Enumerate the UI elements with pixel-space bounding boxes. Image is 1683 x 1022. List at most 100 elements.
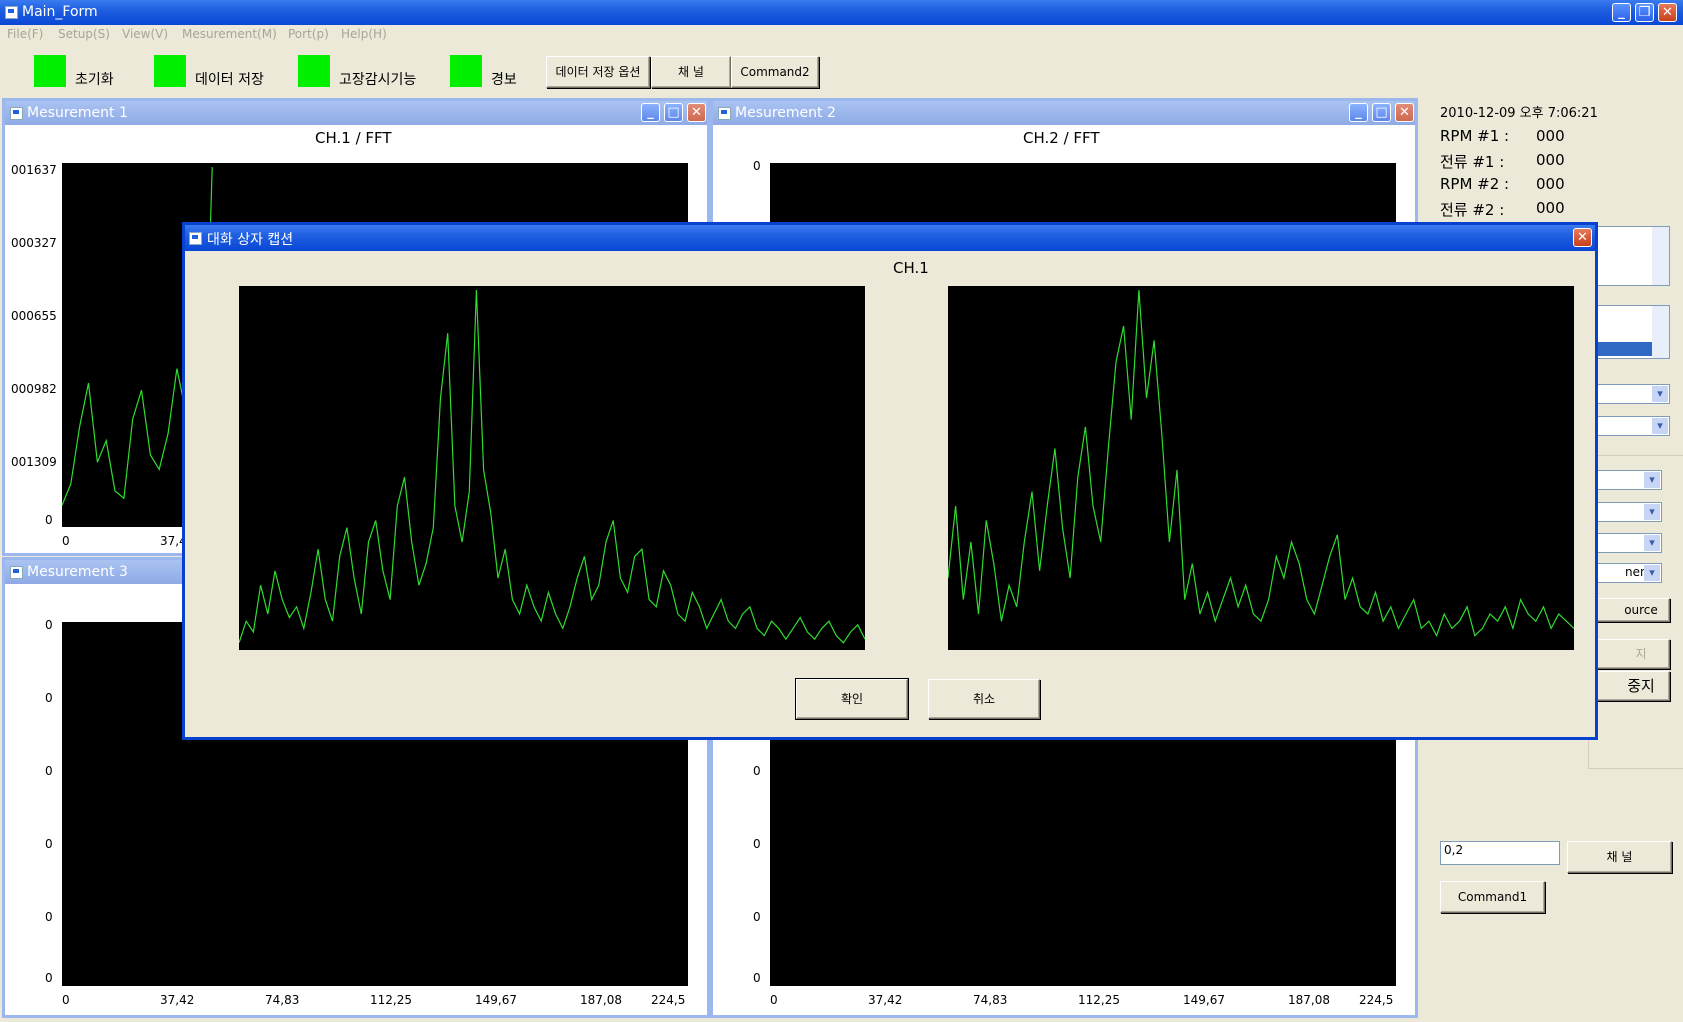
close-icon[interactable]: ✕ <box>1573 228 1592 247</box>
x-tick: 0 <box>62 993 70 1007</box>
x-tick: 187,08 <box>1288 993 1330 1007</box>
minimize-icon[interactable]: _ <box>1349 103 1368 122</box>
scrollbar[interactable] <box>1652 306 1669 358</box>
mesurement-2-title-bar: Mesurement 2 _ □ ✕ <box>713 101 1415 125</box>
fault-monitor-label: 고장감시기능 <box>339 72 417 88</box>
minimize-icon[interactable]: _ <box>1612 3 1631 22</box>
y-tick: 0 <box>45 691 53 705</box>
menu-view[interactable]: View(V) <box>122 27 168 41</box>
current2-value: 000 <box>1536 199 1565 217</box>
init-label: 초기화 <box>75 72 114 88</box>
rpm1-label: RPM #1 : <box>1440 127 1510 145</box>
close-icon[interactable]: ✕ <box>1658 3 1677 22</box>
maximize-icon[interactable]: □ <box>1372 103 1391 122</box>
start-button[interactable]: 지 <box>1590 639 1670 669</box>
select-combo-4[interactable] <box>1590 502 1662 522</box>
menu-setup[interactable]: Setup(S) <box>58 27 110 41</box>
log-listbox[interactable] <box>1590 226 1670 286</box>
menu-mesurement[interactable]: Mesurement(M) <box>182 27 277 41</box>
maximize-icon[interactable]: □ <box>664 103 683 122</box>
dialog-title: 대화 상자 캡션 <box>207 232 294 248</box>
y-tick: 0 <box>753 971 761 985</box>
selected-item[interactable] <box>1591 342 1653 356</box>
data-save-label: 데이터 저장 <box>195 72 264 88</box>
data-save-options-button[interactable]: 데이터 저장 옵션 <box>546 56 650 88</box>
x-tick: 112,25 <box>1078 993 1120 1007</box>
current2-label: 전류 #2 : <box>1440 201 1505 219</box>
close-icon[interactable]: ✕ <box>687 103 706 122</box>
window-icon <box>10 107 23 120</box>
panel-channel-button[interactable]: 채 널 <box>1567 841 1672 873</box>
y-tick: 001637 <box>11 163 57 177</box>
x-tick: 0 <box>62 534 70 548</box>
x-tick: 149,67 <box>1183 993 1225 1007</box>
select-combo-6[interactable]: nen <box>1590 563 1662 583</box>
menu-help[interactable]: Help(H) <box>341 27 387 41</box>
stop-button[interactable]: 중지 <box>1590 671 1670 701</box>
dialog-title-bar: 대화 상자 캡션 ✕ <box>185 225 1595 251</box>
source-button[interactable]: ource <box>1590 598 1670 622</box>
dialog-chart-title: CH.1 <box>893 259 929 277</box>
dialog-plot-right-svg <box>947 289 1575 638</box>
y-tick: 0 <box>45 837 53 851</box>
menu-port[interactable]: Port(p) <box>288 27 329 41</box>
data-save-indicator <box>154 55 186 87</box>
x-tick: 224,5 <box>651 993 686 1007</box>
window-icon <box>189 232 202 245</box>
window-icon <box>10 566 23 579</box>
select-combo-5[interactable] <box>1590 533 1662 553</box>
rpm1-value: 000 <box>1536 127 1565 145</box>
ok-button[interactable]: 확인 <box>795 678 909 720</box>
channel-button[interactable]: 채 널 <box>651 56 731 88</box>
select-combo-3[interactable] <box>1590 470 1662 490</box>
main-title-bar: Main_Form _ ❐ ✕ <box>0 0 1683 25</box>
y-tick: 000327 <box>11 236 57 250</box>
current1-label: 전류 #1 : <box>1440 153 1505 171</box>
select-combo-1[interactable] <box>1590 384 1670 404</box>
x-tick: 187,08 <box>580 993 622 1007</box>
cancel-button[interactable]: 취소 <box>928 679 1040 719</box>
mesurement-2-title: Mesurement 2 <box>735 105 836 121</box>
source-button-label: ource <box>1624 603 1658 617</box>
y-tick: 0 <box>753 837 761 851</box>
menu-file[interactable]: File(F) <box>7 27 43 41</box>
datetime-label: 2010-12-09 오후 7:06:21 <box>1440 106 1598 121</box>
minimize-icon[interactable]: _ <box>641 103 660 122</box>
spectrum-line-left <box>238 289 866 644</box>
start-button-label: 지 <box>1635 647 1647 661</box>
x-tick: 0 <box>770 993 778 1007</box>
select-combo-2[interactable] <box>1590 416 1670 436</box>
menu-bar: File(F) Setup(S) View(V) Mesurement(M) P… <box>0 25 1683 45</box>
spectrum-line-right <box>947 289 1575 638</box>
dialog-plot-right <box>947 286 1575 650</box>
combo-text: nen <box>1625 565 1648 579</box>
x-tick: 112,25 <box>370 993 412 1007</box>
close-icon[interactable]: ✕ <box>1395 103 1414 122</box>
y-tick: 0 <box>45 618 53 632</box>
y-tick: 0 <box>45 910 53 924</box>
x-tick: 37,42 <box>160 993 195 1007</box>
y-tick: 0 <box>45 764 53 778</box>
y-tick: 001309 <box>11 455 57 469</box>
dialog-plot-left <box>238 286 866 650</box>
rpm2-label: RPM #2 : <box>1440 175 1510 193</box>
main-title: Main_Form <box>22 4 98 20</box>
scrollbar[interactable] <box>1652 227 1669 285</box>
value-input[interactable]: 0,2 <box>1440 841 1560 865</box>
window-icon <box>718 107 731 120</box>
plot-title: CH.1 / FFT <box>315 129 392 147</box>
y-tick: 000655 <box>11 309 57 323</box>
current1-value: 000 <box>1536 151 1565 169</box>
mesurement-1-title: Mesurement 1 <box>27 105 128 121</box>
toolbar: 초기화 데이터 저장 고장감시기능 경보 데이터 저장 옵션 채 널 Comma… <box>0 45 1683 95</box>
channel-listbox[interactable] <box>1590 305 1670 359</box>
y-tick: 0 <box>753 764 761 778</box>
rpm2-value: 000 <box>1536 175 1565 193</box>
fault-monitor-indicator <box>298 55 330 87</box>
command1-button[interactable]: Command1 <box>1440 881 1545 913</box>
x-tick: 74,83 <box>973 993 1008 1007</box>
init-indicator <box>34 55 66 87</box>
y-tick: 0 <box>45 513 53 527</box>
restore-icon[interactable]: ❐ <box>1635 3 1654 22</box>
command2-button[interactable]: Command2 <box>731 56 819 88</box>
